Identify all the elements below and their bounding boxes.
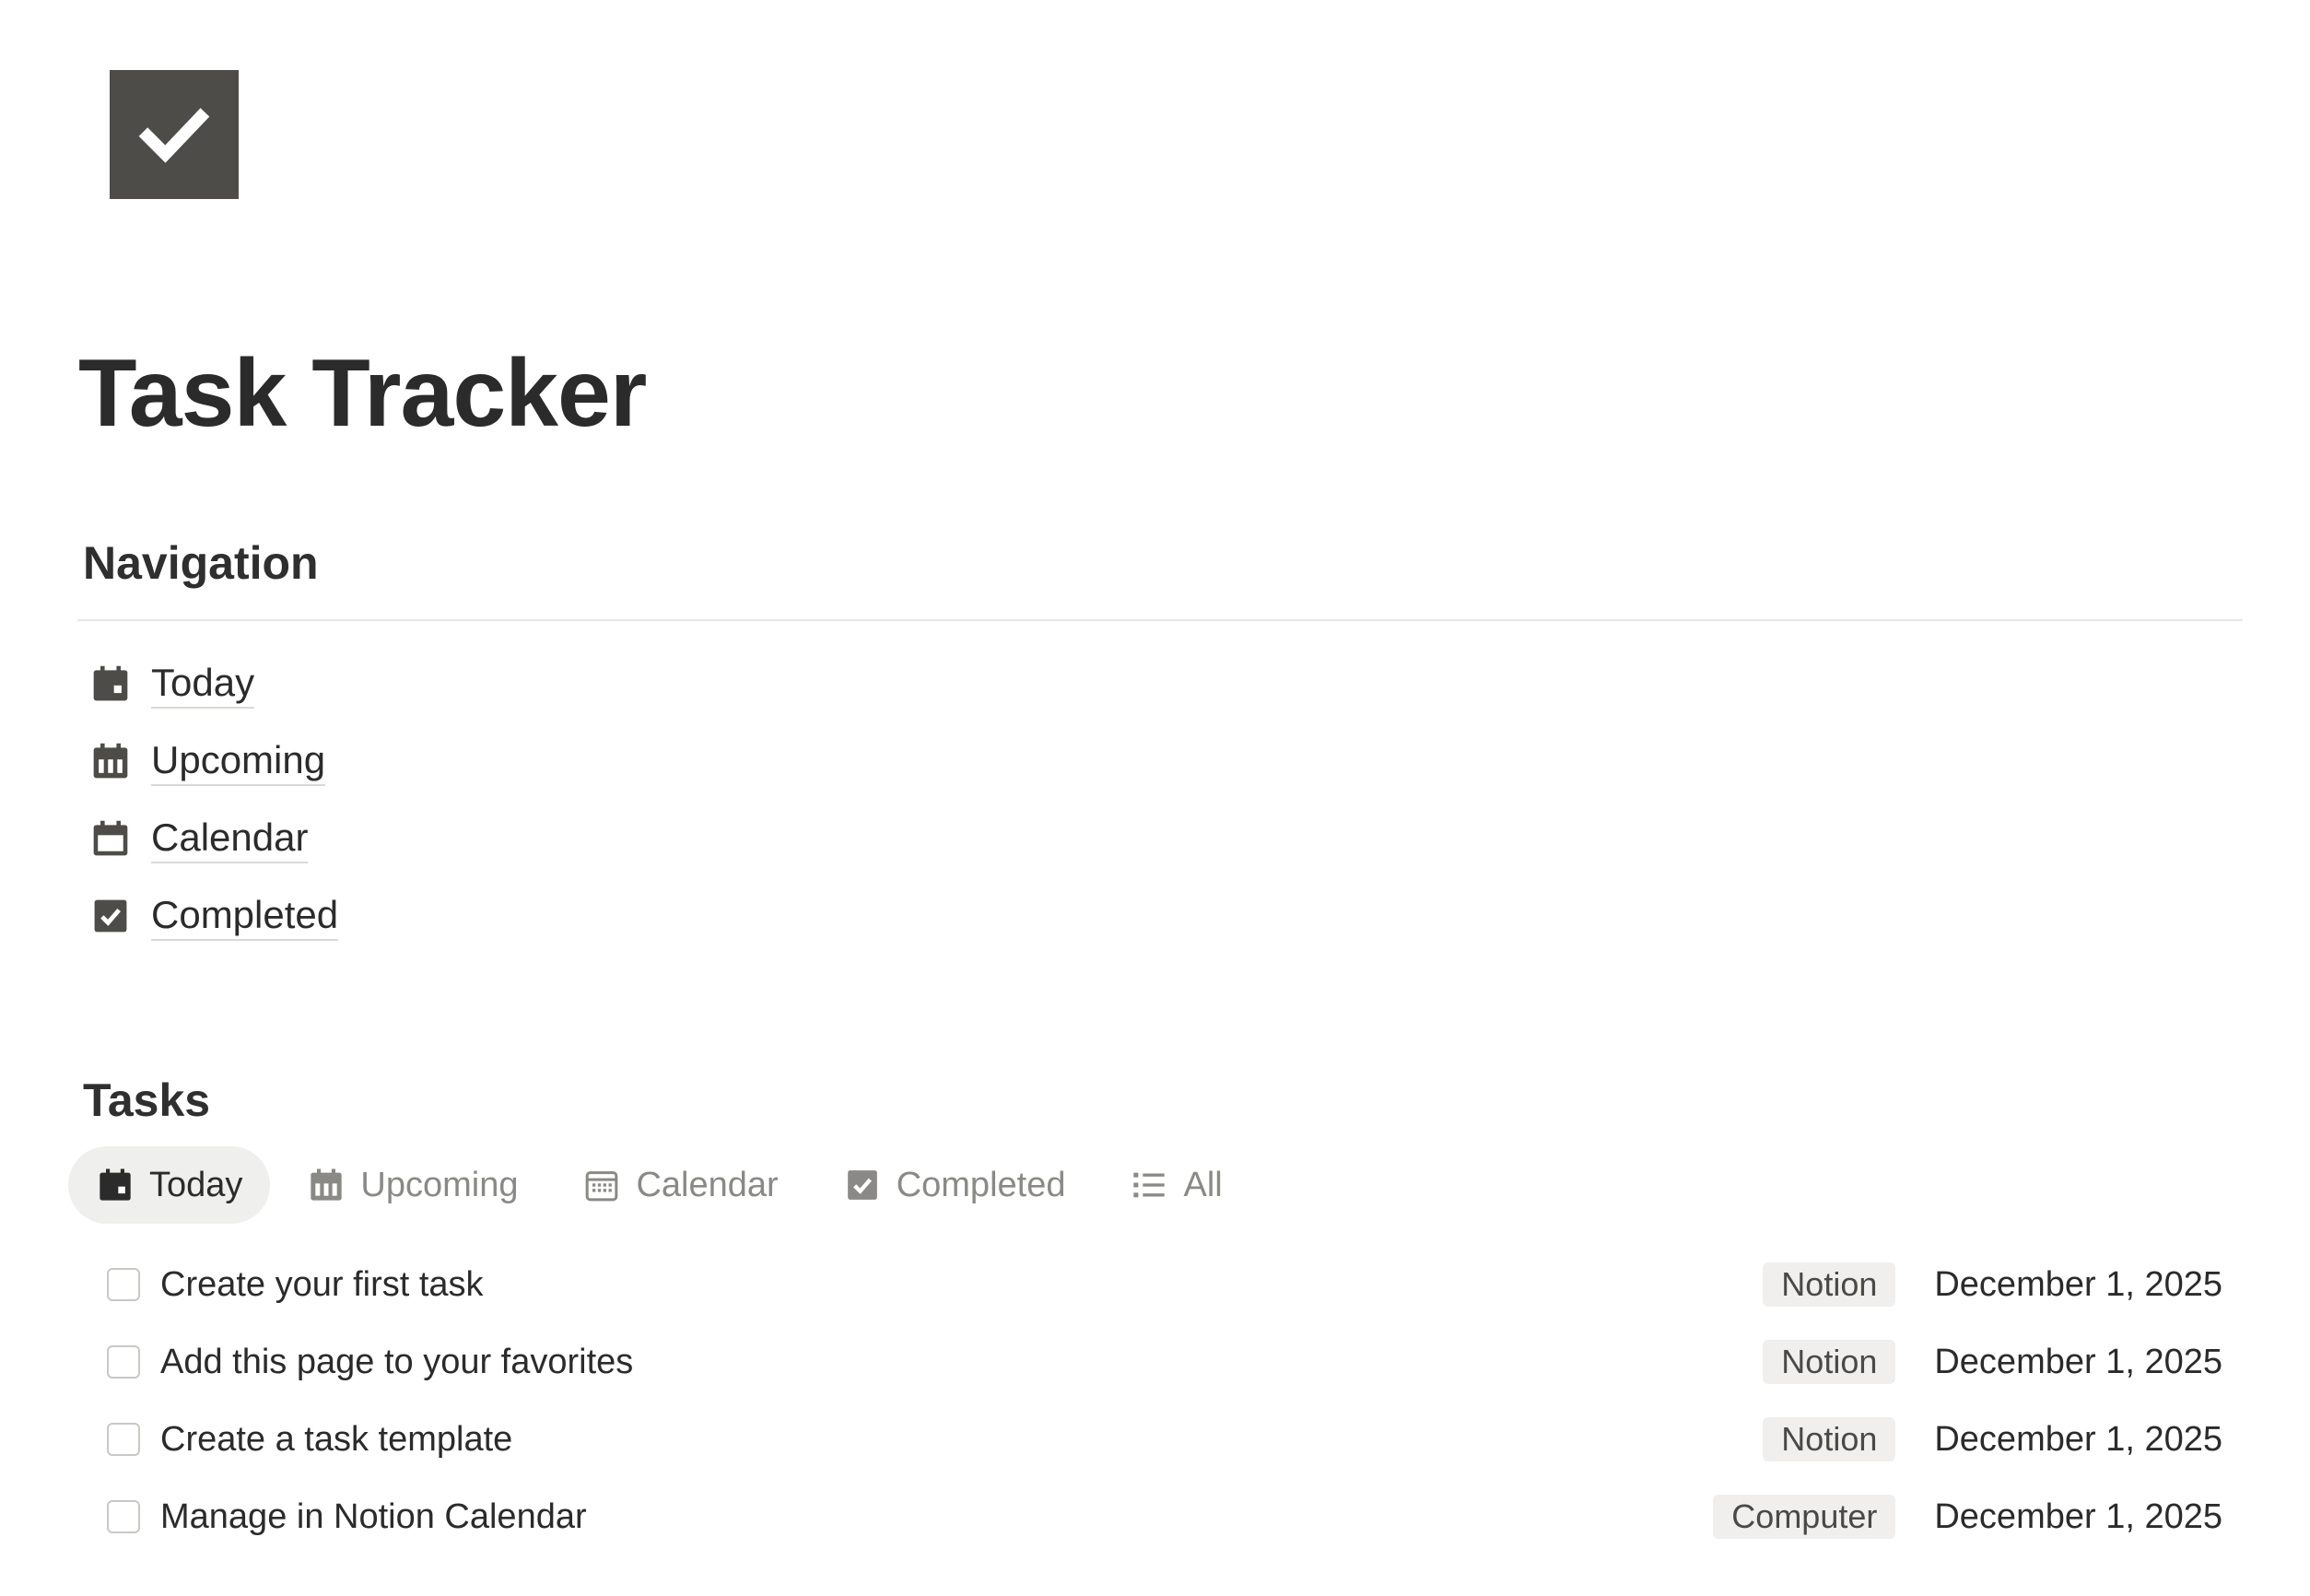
divider xyxy=(77,619,2243,621)
calendar-week-icon xyxy=(88,739,133,783)
tab-today[interactable]: Today xyxy=(68,1146,271,1224)
task-title[interactable]: Add this page to your favorites xyxy=(160,1343,633,1382)
navigation-list: Today Upcoming Calendar Completed xyxy=(88,645,339,955)
tab-completed[interactable]: Completed xyxy=(815,1146,1094,1224)
page-title: Task Tracker xyxy=(78,340,647,447)
page: Task Tracker Navigation Today Upcoming C… xyxy=(0,0,2310,1596)
nav-link-label: Upcoming xyxy=(151,737,326,786)
task-meta: Computer December 1, 2025 xyxy=(1713,1478,2222,1555)
page-checkmark-icon[interactable] xyxy=(110,70,239,199)
task-title[interactable]: Create a task template xyxy=(160,1420,512,1460)
nav-link-completed[interactable]: Completed xyxy=(88,877,339,955)
task-checkbox[interactable] xyxy=(107,1500,140,1533)
task-list: Create your first task Notion December 1… xyxy=(103,1246,2222,1555)
tab-label: Upcoming xyxy=(360,1165,519,1204)
task-title[interactable]: Create your first task xyxy=(160,1265,484,1305)
calendar-week-icon xyxy=(307,1166,346,1204)
checkbox-checked-icon xyxy=(88,894,133,938)
tasks-heading: Tasks xyxy=(83,1074,211,1126)
task-checkbox[interactable] xyxy=(107,1345,140,1379)
task-tag: Computer xyxy=(1713,1495,1896,1539)
tab-label: Today xyxy=(149,1165,243,1204)
calendar-icon xyxy=(88,816,133,861)
tab-calendar[interactable]: Calendar xyxy=(555,1146,805,1224)
task-row[interactable]: Add this page to your favorites Notion D… xyxy=(103,1323,2222,1401)
list-icon xyxy=(1130,1166,1168,1204)
nav-link-calendar[interactable]: Calendar xyxy=(88,800,338,877)
tab-label: All xyxy=(1183,1165,1223,1204)
nav-link-label: Today xyxy=(151,660,255,709)
task-checkbox[interactable] xyxy=(107,1268,140,1301)
task-date: December 1, 2025 xyxy=(1934,1419,2222,1459)
task-tag: Notion xyxy=(1763,1340,1896,1384)
task-tag: Notion xyxy=(1763,1417,1896,1461)
checkbox-checked-icon xyxy=(843,1166,882,1204)
calendar-grid-icon xyxy=(582,1166,621,1204)
task-row[interactable]: Create your first task Notion December 1… xyxy=(103,1246,2222,1323)
tab-upcoming[interactable]: Upcoming xyxy=(279,1146,545,1224)
task-checkbox[interactable] xyxy=(107,1423,140,1456)
task-meta: Notion December 1, 2025 xyxy=(1763,1246,2222,1323)
tab-all[interactable]: All xyxy=(1102,1146,1249,1224)
nav-link-upcoming[interactable]: Upcoming xyxy=(88,722,338,800)
task-meta: Notion December 1, 2025 xyxy=(1763,1401,2222,1478)
view-tabs: Today Upcoming Calendar Completed All xyxy=(68,1146,1260,1224)
task-date: December 1, 2025 xyxy=(1934,1264,2222,1304)
task-date: December 1, 2025 xyxy=(1934,1342,2222,1381)
calendar-today-icon xyxy=(88,662,133,706)
task-row[interactable]: Create a task template Notion December 1… xyxy=(103,1401,2222,1478)
calendar-today-icon xyxy=(96,1166,135,1204)
task-date: December 1, 2025 xyxy=(1934,1496,2222,1536)
task-tag: Notion xyxy=(1763,1262,1896,1307)
nav-link-today[interactable]: Today xyxy=(88,645,338,722)
nav-link-label: Completed xyxy=(151,892,339,941)
navigation-heading: Navigation xyxy=(83,537,319,589)
task-title[interactable]: Manage in Notion Calendar xyxy=(160,1497,587,1537)
task-meta: Notion December 1, 2025 xyxy=(1763,1323,2222,1401)
tab-label: Calendar xyxy=(636,1165,779,1204)
checkmark-icon xyxy=(138,108,210,163)
task-row[interactable]: Manage in Notion Calendar Computer Decem… xyxy=(103,1478,2222,1555)
nav-link-label: Calendar xyxy=(151,815,309,863)
tab-label: Completed xyxy=(896,1165,1066,1204)
